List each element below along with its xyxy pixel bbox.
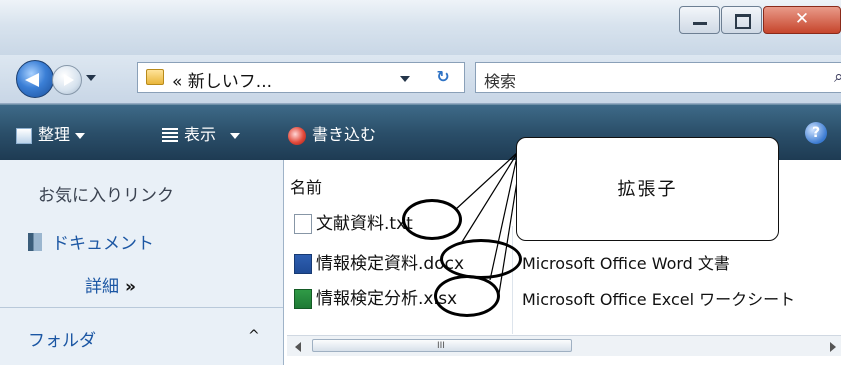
column-header-name[interactable]: 名前 [290,174,322,198]
favorite-links-heading: お気に入りリンク [38,186,174,206]
scroll-thumb[interactable]: III [312,339,572,352]
folder-icon [146,69,164,85]
file-name: 情報検定資料 [316,254,418,274]
burn-disc-icon [288,126,306,145]
documents-icon [28,233,42,251]
extension-highlight-docx [440,239,522,279]
burn-button[interactable]: 書き込む [288,121,376,145]
burn-label: 書き込む [312,125,377,144]
column-divider [512,226,513,334]
more-label: 詳細 [85,277,119,297]
horizontal-scrollbar[interactable]: III [287,335,841,356]
extension-highlight-xlsx [434,275,500,317]
views-label: 表示 [184,125,217,144]
close-icon: ✕ [794,9,810,29]
chevron-down-icon [230,132,241,139]
views-button[interactable]: 表示 [162,121,241,145]
list-item[interactable]: 文献資料.txt [294,209,413,234]
organize-icon [16,127,32,144]
grip-icon: III [437,341,445,351]
help-icon[interactable]: ? [805,122,827,144]
scroll-left-icon[interactable] [295,342,301,352]
more-link[interactable]: 詳細 » [85,272,136,297]
breadcrumb-dropdown-icon[interactable] [400,76,410,82]
search-icon[interactable]: ⌕ [834,67,841,87]
sidebar-item-documents[interactable]: ドキュメント [52,229,154,254]
word-file-icon [294,254,312,274]
chevron-down-icon [75,132,86,139]
folders-toggle[interactable]: フォルダ [28,326,96,351]
breadcrumb-text: « 新しいフ... [172,72,273,92]
text-file-icon [294,214,312,234]
forward-arrow-icon[interactable] [52,65,82,95]
close-button[interactable]: ✕ [763,6,841,34]
refresh-icon[interactable]: ↻ [431,66,455,88]
list-item[interactable]: 情報検定資料.docx [294,249,464,274]
scroll-right-icon[interactable] [830,342,836,352]
maximize-button[interactable] [721,6,762,34]
file-type: Microsoft Office Word 文書 [522,254,730,273]
file-name: 情報検定分析 [316,289,418,309]
navigation-pane: お気に入りリンク ドキュメント 詳細 » フォルダ ^ [0,160,284,365]
double-chevron-icon: » [125,277,136,297]
list-item[interactable]: 情報検定分析.xlsx [294,284,457,309]
recent-pages-dropdown-icon[interactable] [86,75,96,81]
excel-file-icon [294,289,312,309]
extension-highlight-txt [402,199,462,240]
explorer-window: ✕ « 新しいフ... ↻ 検索 ⌕ 整理 表示 書き込む ? お気に入りリンク [0,0,841,365]
maximize-icon [735,14,751,29]
organize-label: 整理 [38,125,71,144]
organize-button[interactable]: 整理 [16,121,86,145]
minimize-icon [693,22,707,25]
breadcrumb[interactable]: « 新しいフ... ↻ [137,62,465,93]
collapse-caret-icon[interactable]: ^ [248,328,260,344]
search-placeholder: 検索 [484,72,517,91]
callout-box: 拡張子 [516,137,779,241]
callout-label: 拡張子 [617,179,678,200]
minimize-button[interactable] [679,6,720,34]
nav-divider [0,307,283,308]
address-bar: « 新しいフ... ↻ 検索 ⌕ [0,55,841,104]
title-bar: ✕ [0,0,841,56]
file-name: 文献資料 [316,214,384,234]
views-icon [162,127,178,144]
file-type: Microsoft Office Excel ワークシート [522,290,796,309]
search-input[interactable]: 検索 ⌕ [475,62,841,93]
back-arrow-icon[interactable] [16,60,54,98]
